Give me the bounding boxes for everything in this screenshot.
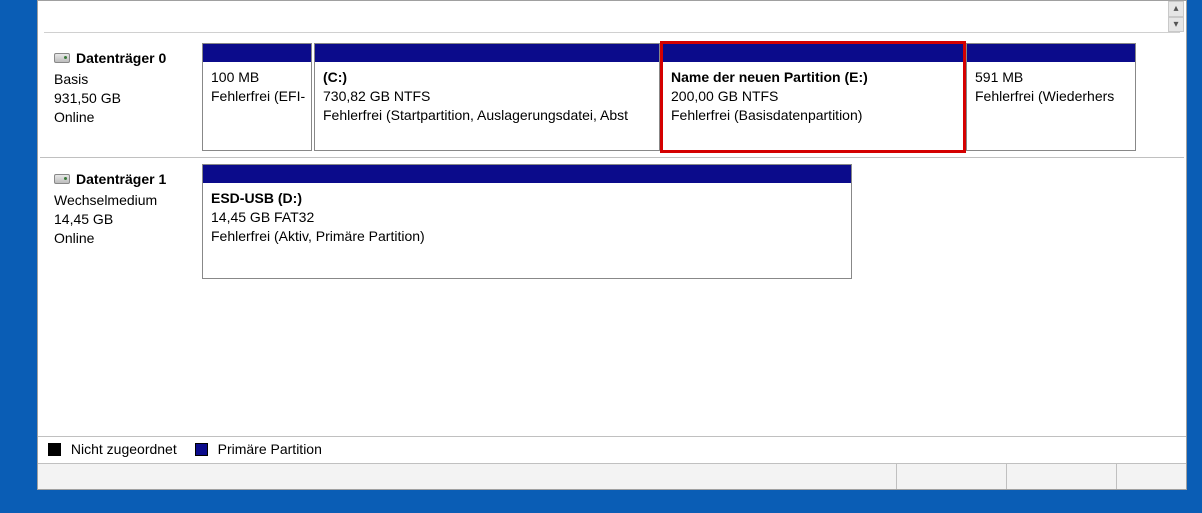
disk-status: Online [54, 229, 190, 248]
partition-size: 730,82 GB NTFS [323, 87, 651, 106]
scroll-up-button[interactable]: ▴ [1168, 1, 1184, 17]
partition-efi[interactable]: 100 MB Fehlerfrei (EFI- [202, 43, 312, 151]
disk-row: Datenträger 0 Basis 931,50 GB Online 100… [40, 37, 1184, 157]
legend-item-primary: Primäre Partition [195, 441, 322, 457]
disk-type: Wechselmedium [54, 191, 190, 210]
partition-name: (C:) [323, 68, 651, 87]
disk-capacity: 14,45 GB [54, 210, 190, 229]
disk-summary[interactable]: Datenträger 0 Basis 931,50 GB Online [40, 37, 200, 157]
disk-icon [54, 53, 70, 63]
partition-status: Fehlerfrei (EFI- [211, 87, 303, 106]
partitions-container: ESD-USB (D:) 14,45 GB FAT32 Fehlerfrei (… [200, 158, 1184, 285]
legend-label: Nicht zugeordnet [71, 441, 177, 457]
disk-management-window: Datenträger 0 Basis 931,50 GB Online 100… [37, 0, 1187, 490]
status-segment [1116, 464, 1186, 489]
disk-header: Datenträger 0 [54, 49, 190, 68]
partition-status: Fehlerfrei (Basisdatenpartition) [671, 106, 955, 125]
graphical-view: Datenträger 0 Basis 931,50 GB Online 100… [38, 35, 1186, 436]
status-segment [896, 464, 1006, 489]
partition-c[interactable]: (C:) 730,82 GB NTFS Fehlerfrei (Startpar… [314, 43, 660, 151]
partition-name: Name der neuen Partition (E:) [671, 68, 955, 87]
disk-status: Online [54, 108, 190, 127]
partition-status: Fehlerfrei (Startpartition, Auslagerungs… [323, 106, 651, 125]
partition-color-bar [663, 44, 963, 62]
partitions-strip: ESD-USB (D:) 14,45 GB FAT32 Fehlerfrei (… [202, 164, 1182, 279]
disk-name: Datenträger 0 [76, 49, 166, 68]
disk-summary[interactable]: Datenträger 1 Wechselmedium 14,45 GB Onl… [40, 158, 200, 285]
scrollbar-vertical[interactable]: ▴ ▾ [1168, 1, 1184, 32]
legend-swatch-unallocated [48, 443, 61, 456]
scroll-down-button[interactable]: ▾ [1168, 17, 1184, 33]
partition-status: Fehlerfrei (Aktiv, Primäre Partition) [211, 227, 843, 246]
partition-size: 100 MB [211, 68, 303, 87]
legend-label: Primäre Partition [218, 441, 322, 457]
partition-size: 591 MB [975, 68, 1127, 87]
partition-color-bar [203, 44, 311, 62]
disk-name: Datenträger 1 [76, 170, 166, 189]
partitions-strip: 100 MB Fehlerfrei (EFI- (C:) 730,82 GB N… [202, 43, 1182, 151]
disk-header: Datenträger 1 [54, 170, 190, 189]
status-segment [38, 464, 896, 489]
partition-e-new[interactable]: Name der neuen Partition (E:) 200,00 GB … [662, 43, 964, 151]
legend-swatch-primary [195, 443, 208, 456]
disk-capacity: 931,50 GB [54, 89, 190, 108]
partition-size: 200,00 GB NTFS [671, 87, 955, 106]
volume-list-panel[interactable] [44, 1, 1180, 33]
partition-color-bar [315, 44, 659, 62]
partition-name: ESD-USB (D:) [211, 189, 843, 208]
status-bar [38, 463, 1186, 489]
status-segment [1006, 464, 1116, 489]
legend-item-unallocated: Nicht zugeordnet [48, 441, 177, 457]
partition-color-bar [967, 44, 1135, 62]
disk-type: Basis [54, 70, 190, 89]
partition-color-bar [203, 165, 851, 183]
partition-recovery[interactable]: 591 MB Fehlerfrei (Wiederhers [966, 43, 1136, 151]
partition-size: 14,45 GB FAT32 [211, 208, 843, 227]
disk-row: Datenträger 1 Wechselmedium 14,45 GB Onl… [40, 157, 1184, 285]
legend: Nicht zugeordnet Primäre Partition [38, 436, 1186, 463]
partitions-container: 100 MB Fehlerfrei (EFI- (C:) 730,82 GB N… [200, 37, 1184, 157]
disk-icon [54, 174, 70, 184]
partition-status: Fehlerfrei (Wiederhers [975, 87, 1127, 106]
partition-d-esd-usb[interactable]: ESD-USB (D:) 14,45 GB FAT32 Fehlerfrei (… [202, 164, 852, 279]
